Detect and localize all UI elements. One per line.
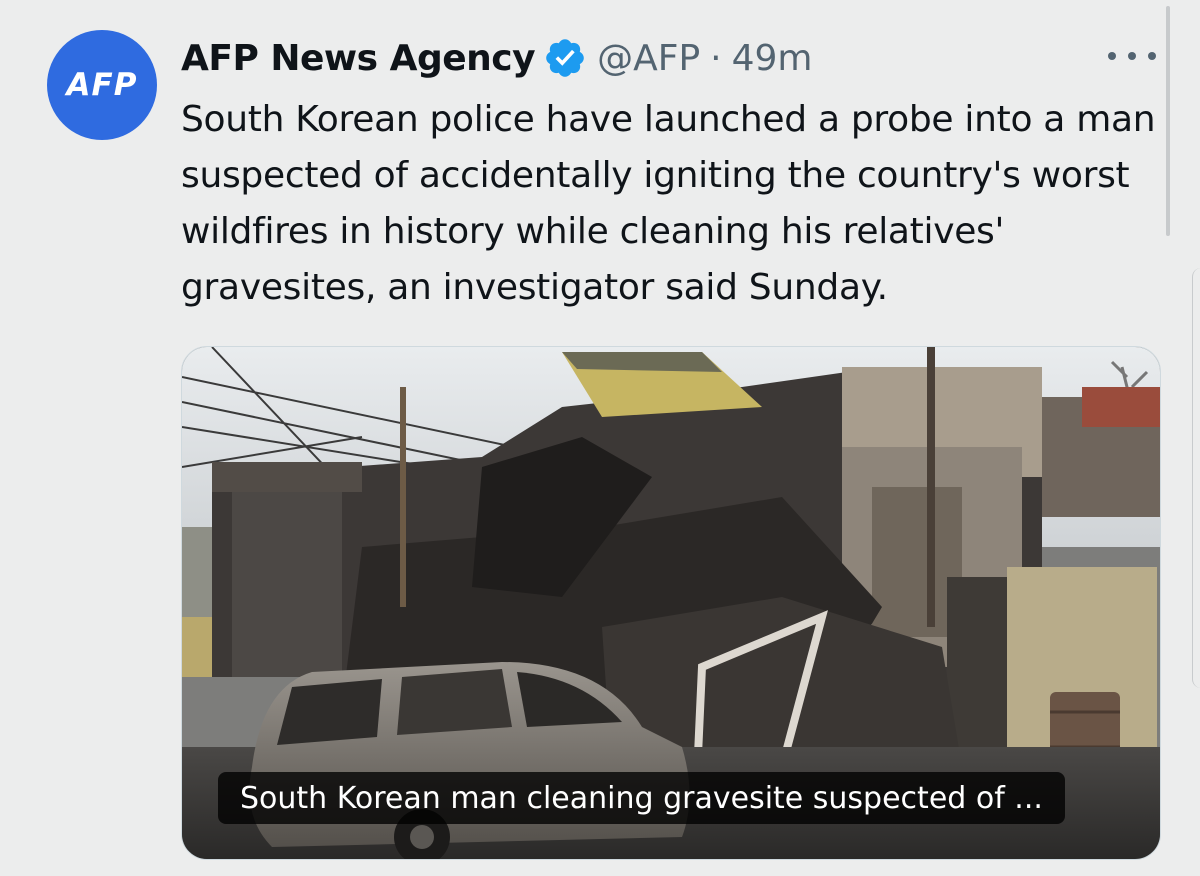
panel-edge <box>1192 268 1200 688</box>
display-name[interactable]: AFP News Agency <box>181 38 536 79</box>
separator-dot: · <box>710 37 722 79</box>
avatar[interactable]: AFP <box>47 30 157 140</box>
more-dot <box>1128 52 1136 60</box>
tweet-text: South Korean police have launched a prob… <box>181 99 1156 308</box>
scrollbar[interactable] <box>1166 6 1170 236</box>
handle[interactable]: @AFP <box>597 38 700 79</box>
tweet[interactable]: AFP AFP News Agency @AFP · 49m South Kor… <box>0 0 1200 876</box>
tweet-header: AFP News Agency @AFP · 49m <box>181 32 813 84</box>
more-options-icon[interactable] <box>1108 38 1156 74</box>
timestamp[interactable]: 49m <box>732 38 813 79</box>
more-dot <box>1148 52 1156 60</box>
more-dot <box>1108 52 1116 60</box>
verified-badge-icon[interactable] <box>543 36 587 80</box>
link-card[interactable]: South Korean man cleaning gravesite susp… <box>181 346 1161 860</box>
card-caption: South Korean man cleaning gravesite susp… <box>218 772 1065 824</box>
avatar-logo-text: AFP <box>66 67 138 103</box>
